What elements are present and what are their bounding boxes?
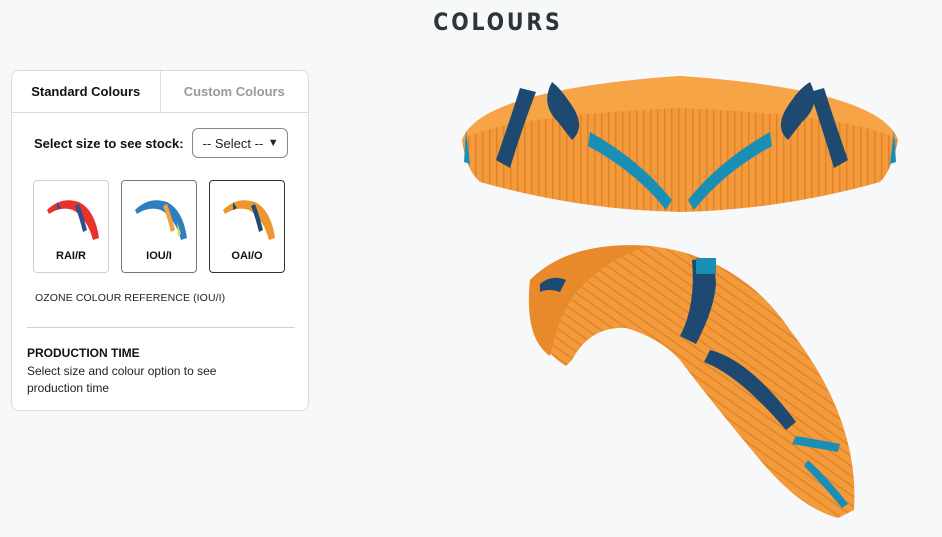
size-select-value: -- Select --: [202, 135, 264, 151]
chevron-down-icon: ▼: [267, 137, 279, 149]
colour-reference: OZONE COLOUR REFERENCE (IOU/I): [35, 292, 226, 304]
colour-tabs: Standard Colours Custom Colours: [12, 71, 308, 113]
wing-blue-icon: [135, 200, 187, 240]
swatch-oai-o[interactable]: OAI/O: [209, 180, 285, 273]
swatch-label: IOU/I: [146, 250, 172, 262]
swatch-label: OAI/O: [231, 250, 263, 262]
size-row: Select size to see stock: -- Select -- ▼: [34, 128, 288, 158]
production-time-title: PRODUCTION TIME: [27, 346, 140, 360]
size-select[interactable]: -- Select -- ▼: [191, 128, 288, 158]
swatch-iou-i[interactable]: IOU/I: [121, 180, 197, 273]
wing-orange-icon: [223, 200, 275, 240]
tab-custom-colours[interactable]: Custom Colours: [161, 71, 309, 112]
colour-swatches: RAI/R IOU/I OAI/O: [33, 180, 285, 273]
swatch-rai-r[interactable]: RAI/R: [33, 180, 109, 273]
colour-options-panel: Standard Colours Custom Colours Select s…: [11, 70, 309, 411]
paraglider-wing-image: [462, 76, 898, 518]
wing-red-icon: [47, 200, 99, 240]
swatch-label: RAI/R: [56, 250, 86, 262]
production-time-text: Select size and colour option to see pro…: [27, 364, 217, 395]
divider: [27, 327, 295, 328]
wing-preview: [440, 60, 920, 535]
tab-standard-colours[interactable]: Standard Colours: [12, 71, 161, 112]
size-label: Select size to see stock:: [34, 135, 184, 151]
page-title: COLOURS: [433, 8, 563, 36]
